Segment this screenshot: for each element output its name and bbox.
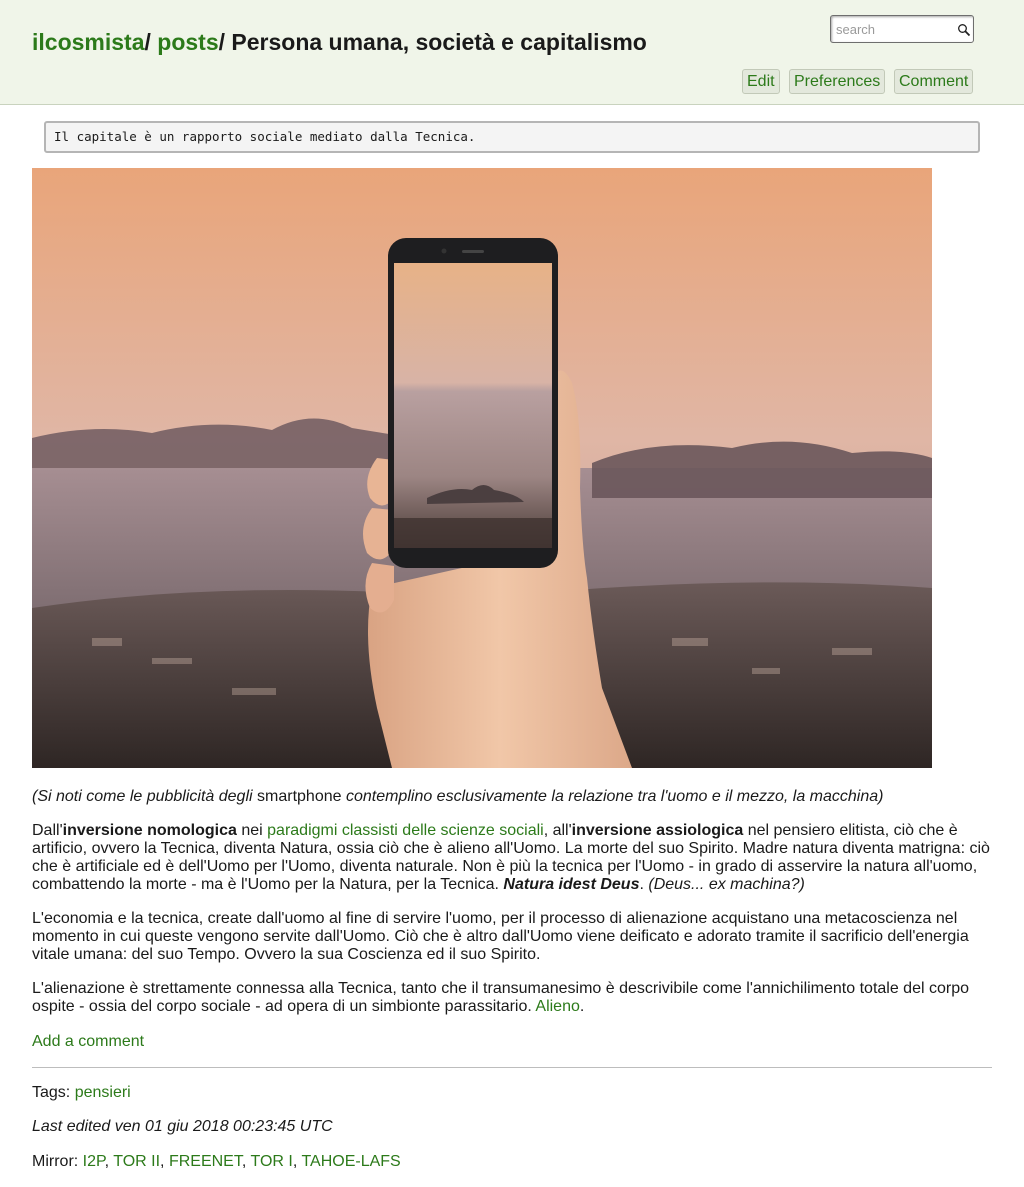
breadcrumb-separator: /: [218, 29, 232, 55]
mirror-link-freenet[interactable]: FREENET: [169, 1153, 242, 1170]
mirror-line: Mirror: I2P, TOR II, FREENET, TOR I, TAH…: [32, 1153, 401, 1170]
preferences-button[interactable]: Preferences: [789, 69, 886, 94]
mirror-link-tor-ii[interactable]: TOR II: [113, 1153, 160, 1170]
breadcrumb-posts[interactable]: posts: [157, 29, 218, 55]
tags-line: Tags: pensieri: [32, 1084, 131, 1101]
page-title: ilcosmista/ posts/ Persona umana, societ…: [32, 29, 647, 56]
edit-button[interactable]: Edit: [742, 69, 780, 94]
post-image: [32, 168, 932, 768]
breadcrumb-separator: /: [144, 29, 158, 55]
add-comment-link[interactable]: Add a comment: [32, 1033, 144, 1051]
post-content: (Si noti come le pubblicità degli smartp…: [32, 788, 994, 1032]
quote-block: Il capitale è un rapporto sociale mediat…: [44, 121, 980, 153]
divider: [32, 1067, 992, 1068]
search-box: [830, 15, 974, 43]
image-caption: (Si noti come le pubblicità degli smartp…: [32, 788, 884, 805]
comment-button[interactable]: Comment: [894, 69, 974, 94]
page-title-text: Persona umana, società e capitalismo: [231, 29, 647, 55]
tag-link[interactable]: pensieri: [75, 1084, 131, 1101]
mirror-link-tahoe-lafs[interactable]: TAHOE-LAFS: [301, 1153, 400, 1170]
search-icon[interactable]: [957, 23, 971, 37]
mirror-link-i2p[interactable]: I2P: [83, 1153, 105, 1170]
search-input[interactable]: [836, 20, 948, 38]
paragraph-3: L'alienazione è strettamente connessa al…: [32, 980, 969, 1015]
paragraph-2: L'economia e la tecnica, create dall'uom…: [32, 910, 969, 963]
breadcrumb-ilcosmista[interactable]: ilcosmista: [32, 29, 145, 55]
last-edited: Last edited ven 01 giu 2018 00:23:45 UTC: [32, 1118, 333, 1135]
mirror-link-tor-i[interactable]: TOR I: [250, 1153, 292, 1170]
link-paradigmi-classisti[interactable]: paradigmi classisti delle scienze social…: [267, 822, 544, 839]
page-header: ilcosmista/ posts/ Persona umana, societ…: [0, 0, 1024, 105]
paragraph-1: Dall'inversione nomologica nei paradigmi…: [32, 822, 990, 893]
link-alieno[interactable]: Alieno: [535, 998, 579, 1015]
